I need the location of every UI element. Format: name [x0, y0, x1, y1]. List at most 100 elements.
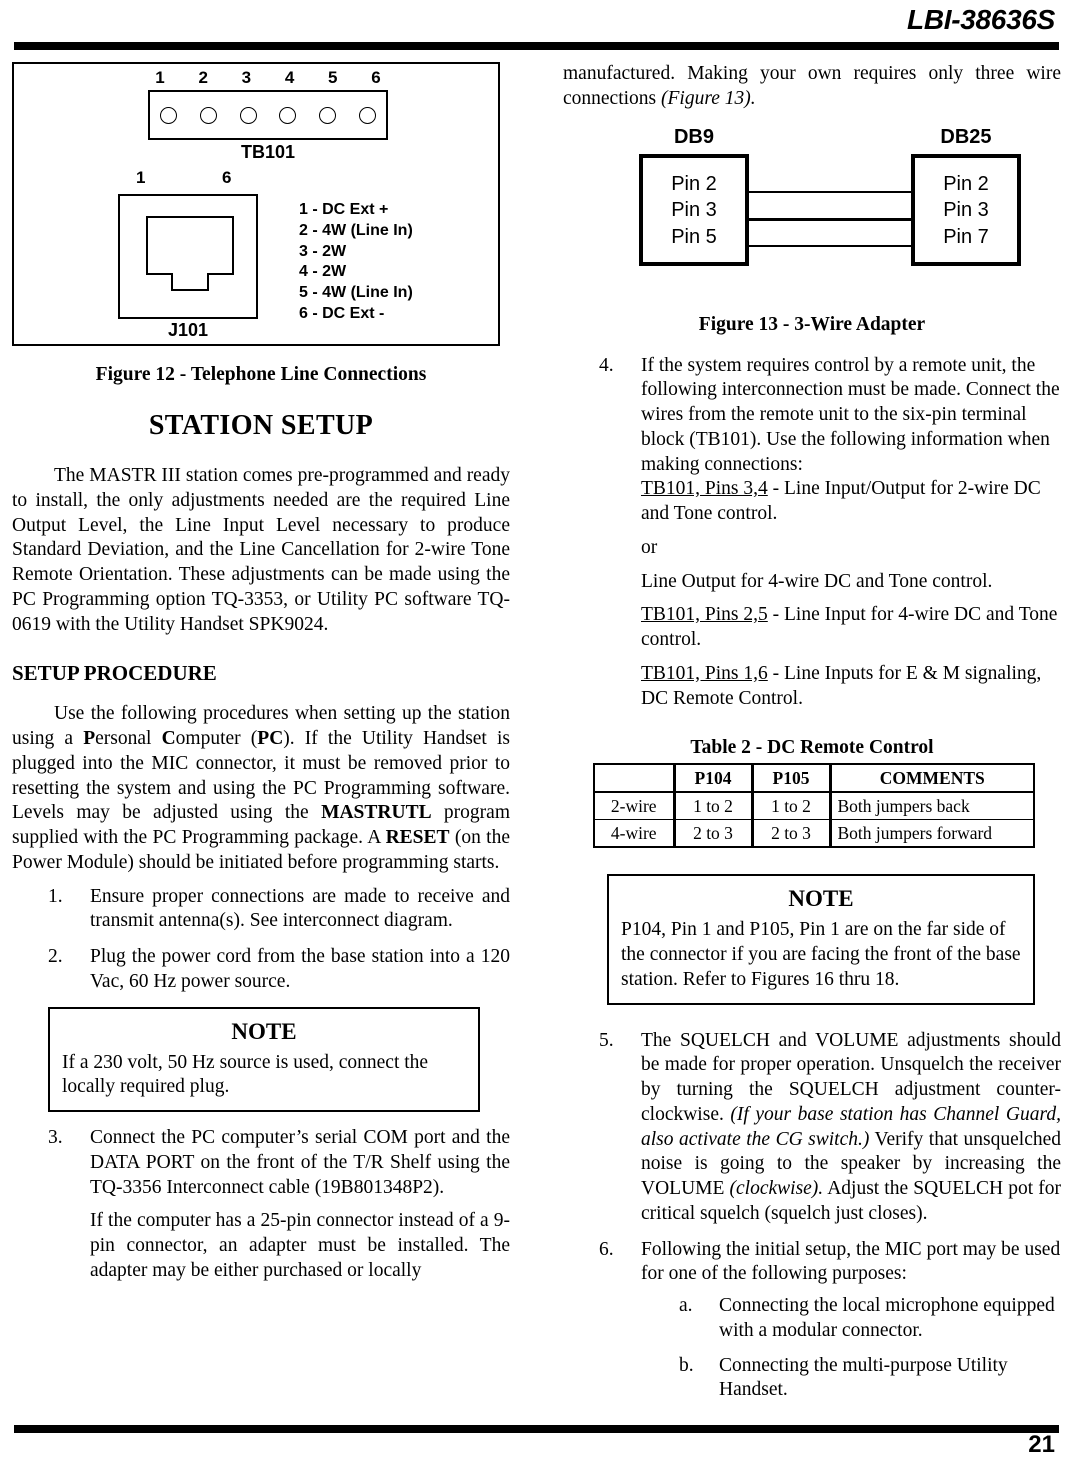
- text-run: ersonal: [95, 728, 162, 749]
- note-body: P104, Pin 1 and P105, Pin 1 are on the f…: [621, 919, 1021, 990]
- figure-13-diagram: DB9 DB25 Pin 2 Pin 3 Pin 5 Pin 2 Pin 3 P…: [621, 126, 1041, 296]
- step-6-sublist: a. Connecting the local microphone equip…: [641, 1294, 1061, 1403]
- text-run-italic: (Figure 13).: [661, 87, 756, 109]
- table-header-row: P104 P105 COMMENTS: [593, 763, 1035, 794]
- document-code: LBI-38636S: [907, 4, 1055, 35]
- list-item: 6. Following the initial setup, the MIC …: [563, 1238, 1061, 1404]
- text-run-bold: RESET: [385, 827, 450, 848]
- db9-pin: Pin 2: [671, 172, 717, 195]
- pins-25-label: TB101, Pins 2,5: [641, 604, 768, 626]
- pins-16-label: TB101, Pins 1,6: [641, 662, 768, 684]
- tb101-pin-numbers: 1 2 3 4 5 6: [148, 68, 388, 88]
- tb101-pins-34: TB101, Pins 3,4 - Line Input/Output for …: [641, 477, 1061, 527]
- wire-connection-3: [747, 244, 913, 247]
- note-box-connector-pins: NOTE P104, Pin 1 and P105, Pin 1 are on …: [607, 874, 1035, 1005]
- text-run-bold: PC: [257, 728, 284, 749]
- j101-label: J101: [167, 320, 209, 340]
- pin-legend-list: 1 - DC Ext + 2 - 4W (Line In) 3 - 2W 4 -…: [299, 200, 413, 325]
- note-box-power-source: NOTE If a 230 volt, 50 Hz source is used…: [48, 1006, 480, 1112]
- rj-jack-icon: [146, 216, 234, 291]
- figure-13-caption: Figure 13 - 3-Wire Adapter: [698, 313, 926, 335]
- j101-right-pin-number: 6: [222, 168, 232, 187]
- figure-12-caption: Figure 12 - Telephone Line Connections: [95, 364, 427, 385]
- table-header-cell: P105: [750, 763, 831, 794]
- note-title: NOTE: [231, 1018, 297, 1044]
- db25-connector-box: Pin 2 Pin 3 Pin 7: [911, 153, 1021, 266]
- db25-header: DB25: [940, 125, 992, 148]
- wire-connection-2: [747, 217, 913, 221]
- table-header-cell: [593, 763, 675, 794]
- step-number: 1.: [48, 885, 63, 907]
- pin-legend-item: 5 - 4W (Line In): [299, 284, 413, 302]
- header-rule: [14, 42, 1059, 50]
- setup-procedure-intro: Use the following procedures when settin…: [12, 702, 510, 875]
- db9-pin: Pin 3: [671, 199, 717, 222]
- text-run: manufactured. Making your own requires o…: [563, 63, 1061, 109]
- step-4-list: 4. If the system requires control by a r…: [563, 354, 1061, 712]
- list-item: b. Connecting the multi-purpose Utility …: [641, 1354, 1061, 1404]
- list-item: 3. Connect the PC computer’s serial COM …: [12, 1126, 510, 1284]
- pin-legend-item: 4 - 2W: [299, 263, 347, 281]
- step-text: Ensure proper connections are made to re…: [90, 885, 510, 932]
- tb101-pin-number: 3: [241, 68, 252, 87]
- table-header-cell: COMMENTS: [828, 763, 1035, 794]
- step-text: Plug the power cord from the base statio…: [90, 946, 510, 992]
- terminal-hole-icon: [358, 106, 376, 124]
- pin-legend-item: 1 - DC Ext +: [299, 201, 389, 218]
- tb101-pin-number: 4: [284, 68, 295, 87]
- tb101-label: TB101: [240, 142, 296, 162]
- tb101-pin-number: 6: [371, 68, 381, 87]
- right-column: manufactured. Making your own requires o…: [563, 62, 1061, 1414]
- step-number: 5.: [599, 1029, 614, 1051]
- line-output-4wire: Line Output for 4-wire DC and Tone contr…: [641, 570, 993, 592]
- step-text: Connect the PC computer’s serial COM por…: [90, 1127, 510, 1198]
- pin-legend-item: 6 - DC Ext -: [299, 304, 385, 322]
- dc-remote-control-table: P104 P105 COMMENTS 2-wire 1 to 2 1 to 2 …: [593, 763, 1035, 849]
- pin-legend-item: 2 - 4W (Line In): [299, 221, 413, 239]
- tb101-pin-number: 1: [155, 68, 165, 87]
- terminal-hole-icon: [199, 106, 217, 124]
- page-title: STATION SETUP: [148, 410, 374, 441]
- terminal-hole-icon: [319, 106, 337, 124]
- step-sub-text: If the computer has a 25-pin connector i…: [90, 1210, 510, 1281]
- table-cell: 2-wire: [593, 791, 675, 821]
- terminal-hole-icon: [160, 106, 177, 124]
- step-text: If the system requires control by a remo…: [641, 354, 1060, 475]
- wire-connection-1: [747, 190, 913, 193]
- step-text: Following the initial setup, the MIC por…: [641, 1238, 1061, 1285]
- table-cell: 4-wire: [593, 819, 675, 849]
- step-5-6-list: 5. The SQUELCH and VOLUME adjustments sh…: [563, 1029, 1061, 1404]
- pin-legend-item: 3 - 2W: [299, 242, 347, 260]
- left-column: 1 2 3 4 5 6 TB101 1 6 J101 1 - DC Ext + …: [12, 62, 510, 1295]
- text-run-bold: MASTRUTL: [321, 802, 432, 824]
- table-cell: 2 to 3: [672, 819, 753, 849]
- db25-pin: Pin 2: [943, 172, 989, 195]
- tb101-pins-16: TB101, Pins 1,6 - Line Inputs for E & M …: [641, 662, 1061, 712]
- text-run-italic: (clockwise).: [729, 1178, 824, 1199]
- table-header-cell: P104: [672, 763, 753, 794]
- table-2-caption: Table 2 - DC Remote Control: [690, 737, 934, 759]
- db9-header: DB9: [673, 125, 714, 148]
- text-run-bold: C: [161, 728, 176, 749]
- list-item: 1. Ensure proper connections are made to…: [12, 885, 510, 935]
- text-run: omputer (: [175, 728, 258, 749]
- tb101-terminal-block: [148, 90, 388, 140]
- table-cell: 2 to 3: [750, 819, 831, 849]
- j101-connector-body: [118, 194, 258, 319]
- step-number: 6.: [599, 1238, 614, 1260]
- terminal-hole-icon: [239, 106, 257, 124]
- text-run-bold: P: [83, 728, 96, 749]
- db25-pin: Pin 3: [943, 199, 989, 222]
- setup-procedure-title: SETUP PROCEDURE: [12, 661, 217, 686]
- footer-rule: [14, 1425, 1059, 1433]
- table-cell: Both jumpers forward: [828, 819, 1035, 849]
- j101-left-pin-number: 1: [136, 168, 146, 187]
- tb101-pin-number: 5: [328, 68, 338, 87]
- table-row: 2-wire 1 to 2 1 to 2 Both jumpers back: [593, 791, 1035, 821]
- db9-connector-box: Pin 2 Pin 3 Pin 5: [639, 153, 749, 266]
- station-setup-intro: The MASTR III station comes pre-programm…: [12, 465, 510, 635]
- table-cell: Both jumpers back: [828, 791, 1035, 821]
- step-number: 3.: [48, 1127, 63, 1148]
- setup-steps-list: 1. Ensure proper connections are made to…: [12, 885, 510, 995]
- sub-step-text: Connecting the local microphone equipped…: [719, 1295, 1055, 1341]
